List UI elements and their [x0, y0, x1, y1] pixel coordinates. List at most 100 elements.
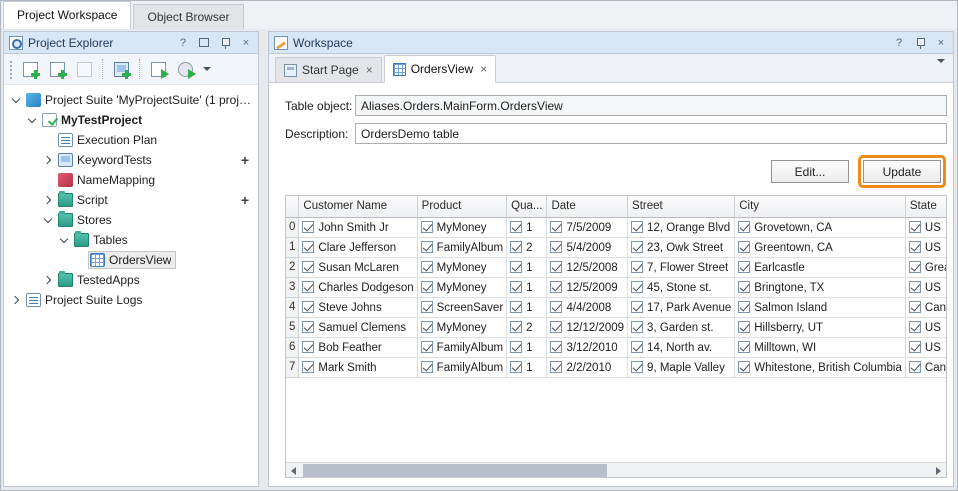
checkbox-checked-icon[interactable]	[510, 241, 522, 253]
chevron-down-icon[interactable]	[25, 113, 40, 128]
add-child-icon[interactable]: +	[241, 153, 249, 167]
tree-item[interactable]: Stores	[4, 210, 258, 230]
chevron-right-icon[interactable]	[41, 273, 56, 288]
grid-cell[interactable]: 12/5/2008	[547, 257, 628, 277]
tree-item[interactable]: Project Suite 'MyProjectSuite' (1 projec…	[4, 90, 258, 110]
grid-cell[interactable]: 1	[507, 297, 547, 317]
grid-cell[interactable]: FamilyAlbum	[417, 337, 506, 357]
toolbar-dropdown-icon[interactable]	[201, 57, 213, 81]
checkbox-checked-icon[interactable]	[738, 321, 750, 333]
grid-cell[interactable]: 17, Park Avenue	[628, 297, 735, 317]
add-existing-item-button[interactable]	[45, 57, 69, 81]
tab-project-workspace[interactable]: Project Workspace	[3, 1, 131, 29]
grid-cell[interactable]: 4/4/2008	[547, 297, 628, 317]
close-icon[interactable]: ×	[480, 63, 487, 75]
grid-cell[interactable]: Bringtone, TX	[735, 277, 906, 297]
checkbox-checked-icon[interactable]	[510, 341, 522, 353]
checkbox-checked-icon[interactable]	[631, 361, 643, 373]
checkbox-checked-icon[interactable]	[510, 321, 522, 333]
grid-cell[interactable]: MyMoney	[417, 317, 506, 337]
tree-item[interactable]: Script+	[4, 190, 258, 210]
checkbox-checked-icon[interactable]	[909, 241, 921, 253]
grid-cell[interactable]: Clare Jefferson	[299, 237, 417, 257]
grid-cell[interactable]: US	[905, 317, 946, 337]
grid-cell[interactable]: Steve Johns	[299, 297, 417, 317]
checkbox-checked-icon[interactable]	[550, 281, 562, 293]
grid-cell[interactable]: 12/5/2009	[547, 277, 628, 297]
grid-cell[interactable]: Grovetown, CA	[735, 217, 906, 237]
grid-cell[interactable]: 1	[507, 217, 547, 237]
grid-cell[interactable]: Mark Smith	[299, 357, 417, 377]
chevron-down-icon[interactable]	[57, 233, 72, 248]
checkbox-checked-icon[interactable]	[421, 301, 433, 313]
pin-icon[interactable]	[913, 36, 927, 50]
checkbox-checked-icon[interactable]	[550, 221, 562, 233]
checkbox-checked-icon[interactable]	[302, 361, 314, 373]
column-header[interactable]: Date	[547, 196, 628, 217]
tree-item[interactable]: Tables	[4, 230, 258, 250]
pin-icon[interactable]	[218, 36, 232, 50]
tree-item[interactable]: Execution Plan	[4, 130, 258, 150]
checkbox-checked-icon[interactable]	[302, 241, 314, 253]
close-icon[interactable]: ×	[239, 36, 253, 50]
grid-cell[interactable]: 23, Owk Street	[628, 237, 735, 257]
row-header[interactable]: 7	[286, 357, 299, 377]
grid-cell[interactable]: FamilyAlbum	[417, 357, 506, 377]
grid-cell[interactable]: 9, Maple Valley	[628, 357, 735, 377]
checkbox-checked-icon[interactable]	[738, 361, 750, 373]
checkbox-checked-icon[interactable]	[738, 221, 750, 233]
grid-cell[interactable]: Greentown, CA	[735, 237, 906, 257]
import-item-button[interactable]	[72, 57, 96, 81]
checkbox-checked-icon[interactable]	[631, 281, 643, 293]
checkbox-checked-icon[interactable]	[510, 281, 522, 293]
checkbox-checked-icon[interactable]	[738, 241, 750, 253]
column-header[interactable]: Product	[417, 196, 506, 217]
grid-cell[interactable]: Bob Feather	[299, 337, 417, 357]
grid-cell[interactable]: FamilyAlbum	[417, 237, 506, 257]
checkbox-checked-icon[interactable]	[302, 281, 314, 293]
row-header[interactable]: 1	[286, 237, 299, 257]
grid-cell[interactable]: 7, Flower Street	[628, 257, 735, 277]
checkbox-checked-icon[interactable]	[302, 301, 314, 313]
row-header[interactable]: 6	[286, 337, 299, 357]
checkbox-checked-icon[interactable]	[631, 341, 643, 353]
toolbar-grip[interactable]	[8, 59, 13, 79]
row-header[interactable]: 2	[286, 257, 299, 277]
column-header[interactable]: Qua...	[507, 196, 547, 217]
checkbox-checked-icon[interactable]	[738, 261, 750, 273]
row-header[interactable]: 3	[286, 277, 299, 297]
tab-ordersview[interactable]: OrdersView ×	[384, 55, 496, 83]
chevron-down-icon[interactable]	[41, 213, 56, 228]
add-child-icon[interactable]: +	[241, 193, 249, 207]
checkbox-checked-icon[interactable]	[909, 221, 921, 233]
close-icon[interactable]: ×	[934, 36, 948, 50]
checkbox-checked-icon[interactable]	[909, 261, 921, 273]
grid-cell[interactable]: John Smith Jr	[299, 217, 417, 237]
column-header[interactable]: Customer Name	[299, 196, 417, 217]
grid-cell[interactable]: Canada	[905, 297, 946, 317]
grid-cell[interactable]: 1	[507, 357, 547, 377]
checkbox-checked-icon[interactable]	[510, 361, 522, 373]
tree-item[interactable]: MyTestProject	[4, 110, 258, 130]
grid-cell[interactable]: 12/12/2009	[547, 317, 628, 337]
grid-cell[interactable]: Samuel Clemens	[299, 317, 417, 337]
checkbox-checked-icon[interactable]	[510, 261, 522, 273]
grid-cell[interactable]: Salmon Island	[735, 297, 906, 317]
edit-button[interactable]: Edit...	[771, 160, 849, 183]
add-new-item-button[interactable]	[18, 57, 42, 81]
grid-cell[interactable]: US	[905, 277, 946, 297]
run-routine-button[interactable]	[173, 57, 197, 81]
chevron-right-icon[interactable]	[41, 153, 56, 168]
description-field[interactable]	[355, 123, 947, 144]
grid-cell[interactable]: 3/12/2010	[547, 337, 628, 357]
checkbox-checked-icon[interactable]	[421, 241, 433, 253]
grid-cell[interactable]: 1	[507, 337, 547, 357]
checkbox-checked-icon[interactable]	[631, 321, 643, 333]
checkbox-checked-icon[interactable]	[909, 361, 921, 373]
chevron-right-icon[interactable]	[9, 293, 24, 308]
checkbox-checked-icon[interactable]	[421, 281, 433, 293]
grid-cell[interactable]: 14, North av.	[628, 337, 735, 357]
horizontal-scrollbar[interactable]	[286, 462, 946, 477]
grid-cell[interactable]: 45, Stone st.	[628, 277, 735, 297]
grid-cell[interactable]: US	[905, 237, 946, 257]
